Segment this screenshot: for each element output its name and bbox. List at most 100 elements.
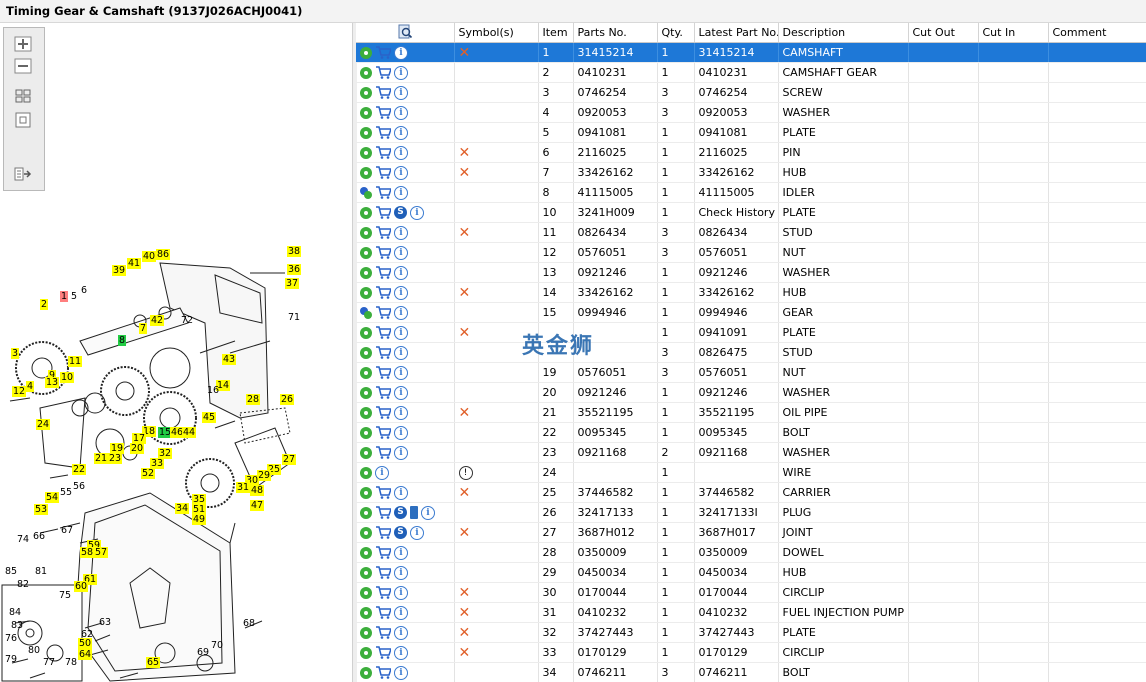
table-row[interactable]: i ✕ 31 0410232 1 0410232 FUEL INJECTION PUMP G xyxy=(356,602,1146,623)
callout-label[interactable]: 58 xyxy=(80,547,95,558)
options-gear-icon[interactable] xyxy=(360,466,372,479)
callout-label[interactable]: 48 xyxy=(250,485,265,496)
search-doc-icon[interactable] xyxy=(397,24,413,39)
callout-label[interactable]: 86 xyxy=(156,249,171,260)
col-header-qty[interactable]: Qty. xyxy=(657,23,695,43)
service-s-icon[interactable]: S xyxy=(394,506,407,519)
table-row[interactable]: i ✕ 30 0170044 1 0170044 CIRCLIP xyxy=(356,582,1146,603)
callout-label[interactable]: 47 xyxy=(250,500,265,511)
cart-icon[interactable] xyxy=(375,506,391,519)
actual-size-icon[interactable] xyxy=(14,112,32,128)
callout-label[interactable]: 74 xyxy=(16,534,30,545)
cart-icon[interactable] xyxy=(375,606,391,619)
options-multi-gear-icon[interactable] xyxy=(360,186,372,199)
callout-label[interactable]: 53 xyxy=(34,504,49,515)
options-gear-icon[interactable] xyxy=(360,426,372,439)
callout-label[interactable]: 66 xyxy=(32,531,46,542)
info-icon[interactable]: i xyxy=(394,565,408,580)
table-row[interactable]: i ✕ 6 2116025 1 2116025 PIN xyxy=(356,142,1146,163)
callout-label[interactable]: 52 xyxy=(141,468,156,479)
info-icon[interactable]: i xyxy=(394,645,408,660)
info-icon[interactable]: i xyxy=(394,125,408,140)
col-header-description[interactable]: Description xyxy=(778,23,909,43)
options-gear-icon[interactable] xyxy=(360,226,372,239)
info-icon[interactable]: i xyxy=(394,245,408,260)
col-header-item[interactable]: Item xyxy=(538,23,574,43)
service-s-icon[interactable]: S xyxy=(394,206,407,219)
callout-label[interactable]: 71 xyxy=(287,312,301,323)
zoom-in-icon[interactable] xyxy=(14,36,32,52)
callout-label[interactable]: 27 xyxy=(282,454,297,465)
callout-label[interactable]: 65 xyxy=(146,657,161,668)
info-icon[interactable]: i xyxy=(394,445,408,460)
callout-label[interactable]: 63 xyxy=(98,617,112,628)
options-gear-icon[interactable] xyxy=(360,266,372,279)
table-row[interactable]: i ✕ 11 0826434 3 0826434 STUD xyxy=(356,222,1146,243)
cart-icon[interactable] xyxy=(375,346,391,359)
table-row[interactable]: i 13 0921246 1 0921246 WASHER xyxy=(356,262,1146,283)
table-row[interactable]: i 34 0746211 3 0746211 BOLT xyxy=(356,662,1146,682)
callout-label[interactable]: 85 xyxy=(4,566,18,577)
col-header-cut-out[interactable]: Cut Out xyxy=(908,23,979,43)
table-row[interactable]: i 28 0350009 1 0350009 DOWEL xyxy=(356,542,1146,563)
cart-icon[interactable] xyxy=(375,306,391,319)
info-icon[interactable]: i xyxy=(394,485,408,500)
export-icon[interactable] xyxy=(14,166,32,182)
options-gear-icon[interactable] xyxy=(360,366,372,379)
table-row[interactable]: i 12 0576051 3 0576051 NUT xyxy=(356,242,1146,263)
callout-label[interactable]: 28 xyxy=(246,394,261,405)
options-gear-icon[interactable] xyxy=(360,246,372,259)
callout-label[interactable]: 21 xyxy=(94,453,109,464)
callout-label[interactable]: 68 xyxy=(242,618,256,629)
callout-label[interactable]: 11 xyxy=(68,356,83,367)
callout-label[interactable]: 55 xyxy=(59,487,73,498)
options-gear-icon[interactable] xyxy=(360,286,372,299)
table-row[interactable]: i 23 0921168 2 0921168 WASHER xyxy=(356,442,1146,463)
table-row[interactable]: i 19 0576051 3 0576051 NUT xyxy=(356,362,1146,383)
table-row[interactable]: i ✕ 33 0170129 1 0170129 CIRCLIP xyxy=(356,642,1146,663)
callout-label[interactable]: 1 xyxy=(60,291,69,302)
callout-label[interactable]: 2 xyxy=(40,299,49,310)
options-gear-icon[interactable] xyxy=(360,386,372,399)
info-icon[interactable]: i xyxy=(410,525,424,540)
info-icon[interactable]: i xyxy=(394,365,408,380)
callout-label[interactable]: 83 xyxy=(10,620,24,631)
callout-label[interactable]: 70 xyxy=(210,640,224,651)
callout-label[interactable]: 36 xyxy=(287,264,302,275)
callout-label[interactable]: 56 xyxy=(72,481,86,492)
table-row[interactable]: i ✕ 21 35521195 1 35521195 OIL PIPE xyxy=(356,402,1146,423)
callout-label[interactable]: 84 xyxy=(8,607,22,618)
callout-label[interactable]: 29 xyxy=(257,470,272,481)
col-header-cut-in[interactable]: Cut In xyxy=(978,23,1049,43)
callout-label[interactable]: 44 xyxy=(182,427,197,438)
cart-icon[interactable] xyxy=(375,326,391,339)
info-icon[interactable]: i xyxy=(394,325,408,340)
table-row[interactable]: i 15 0994946 1 0994946 GEAR xyxy=(356,302,1146,323)
callout-label[interactable]: 60 xyxy=(74,581,89,592)
callout-label[interactable]: 34 xyxy=(175,503,190,514)
callout-label[interactable]: 42 xyxy=(150,315,165,326)
info-icon[interactable]: i xyxy=(394,305,408,320)
options-gear-icon[interactable] xyxy=(360,146,372,159)
col-header-parts-no[interactable]: Parts No. xyxy=(573,23,658,43)
options-gear-icon[interactable] xyxy=(360,46,372,59)
options-gear-icon[interactable] xyxy=(360,346,372,359)
cart-icon[interactable] xyxy=(375,626,391,639)
options-multi-gear-icon[interactable] xyxy=(360,306,372,319)
info-icon[interactable]: i xyxy=(394,625,408,640)
callout-label[interactable]: 3 xyxy=(11,348,20,359)
info-icon[interactable]: i xyxy=(421,505,435,520)
cart-icon[interactable] xyxy=(375,666,391,679)
callout-label[interactable]: 4 xyxy=(26,381,35,392)
callout-label[interactable]: 72 xyxy=(180,315,194,326)
callout-label[interactable]: 38 xyxy=(287,246,302,257)
callout-label[interactable]: 69 xyxy=(196,647,210,658)
cart-icon[interactable] xyxy=(375,226,391,239)
info-icon[interactable]: i xyxy=(394,265,408,280)
options-gear-icon[interactable] xyxy=(360,626,372,639)
callout-label[interactable]: 79 xyxy=(4,654,18,665)
options-gear-icon[interactable] xyxy=(360,106,372,119)
callout-label[interactable]: 57 xyxy=(94,547,109,558)
callout-label[interactable]: 20 xyxy=(130,443,145,454)
cart-icon[interactable] xyxy=(375,166,391,179)
